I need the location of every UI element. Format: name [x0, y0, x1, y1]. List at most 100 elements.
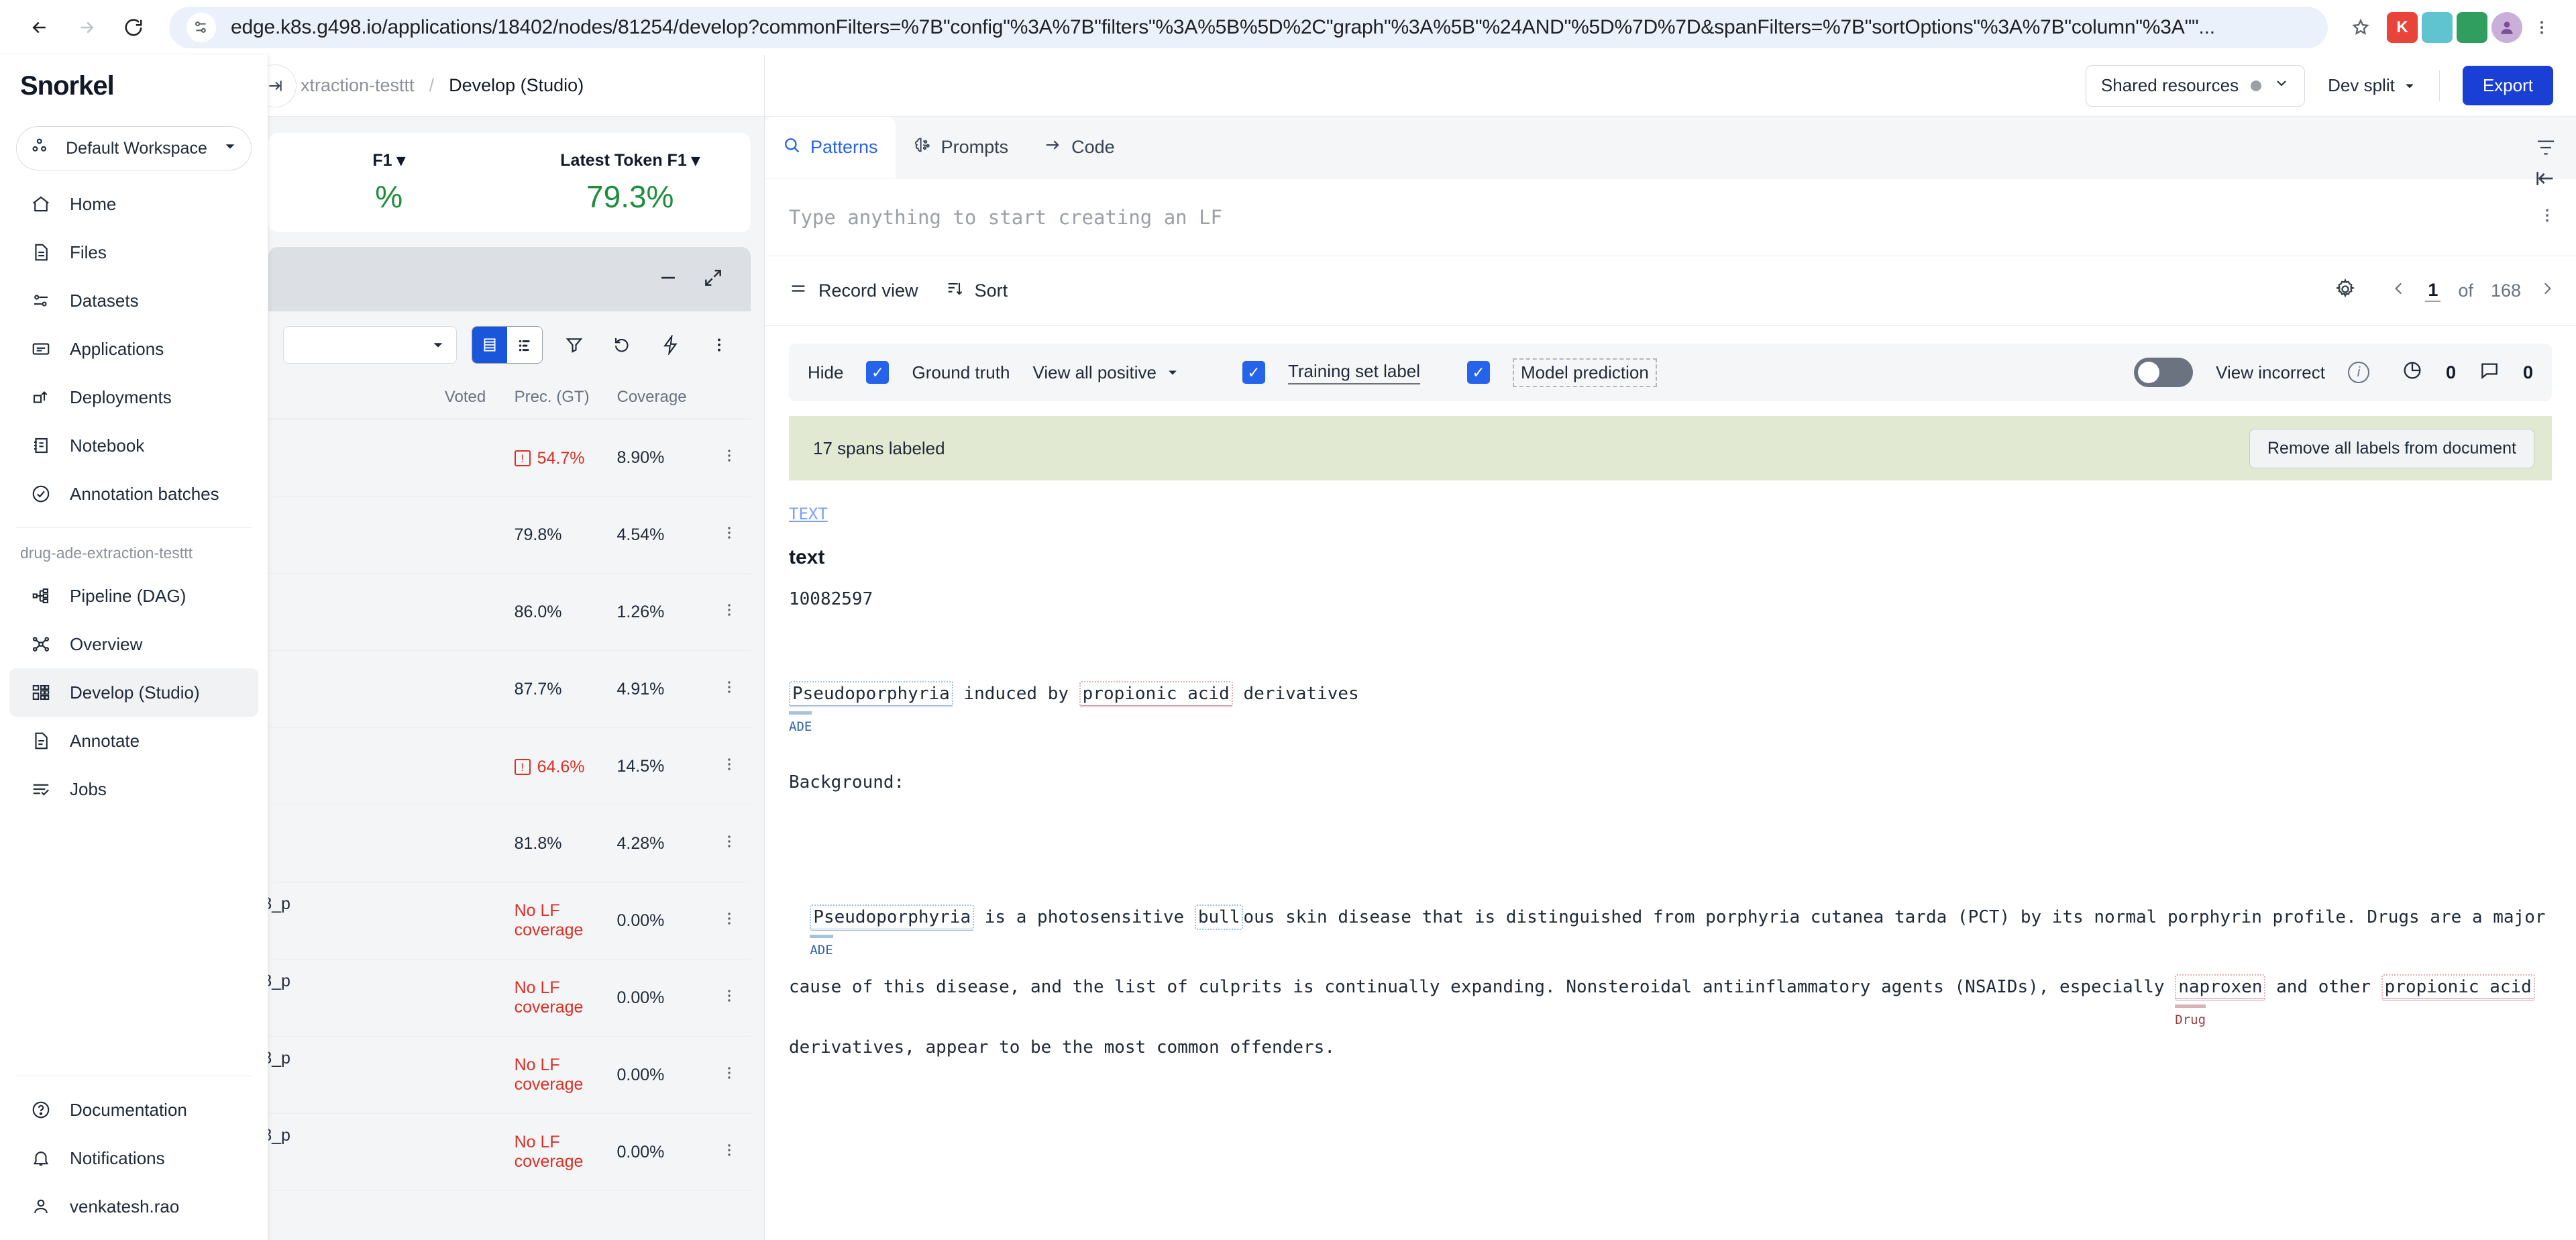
table-row[interactable]: 81.8% 4.28% — [268, 805, 751, 882]
back-arrow-icon[interactable] — [19, 7, 60, 48]
labeled-span-drug[interactable]: naproxen Drug — [2175, 974, 2266, 1027]
kebab-icon[interactable] — [702, 328, 736, 362]
th-coverage[interactable]: Coverage — [616, 378, 708, 419]
site-settings-icon[interactable] — [186, 13, 216, 42]
brain-icon — [913, 136, 932, 159]
extension-icon-teal[interactable] — [2422, 12, 2453, 43]
expand-icon[interactable] — [702, 267, 724, 292]
table-row[interactable]: ode_uid-68_p No LF coverage 0.00% — [268, 959, 751, 1037]
sort-button[interactable]: Sort — [945, 279, 1008, 303]
lf-filter-select[interactable] — [283, 326, 457, 364]
page-current[interactable]: 1 — [2425, 280, 2441, 302]
workspace-selector[interactable]: Default Workspace — [16, 126, 252, 170]
row-kebab-icon[interactable] — [707, 1113, 751, 1191]
browser-menu-icon[interactable] — [2526, 12, 2557, 43]
labeled-span-drug[interactable]: propionic acid — [1079, 680, 1233, 707]
sidebar-item-home[interactable]: Home — [9, 180, 258, 228]
breadcrumb-project[interactable]: xtraction-testtt — [301, 75, 415, 96]
labeled-span-ade[interactable]: Pseudoporphyria ADE — [789, 680, 953, 734]
forward-arrow-icon[interactable] — [66, 7, 107, 48]
table-row[interactable]: 79.8% 4.54% — [268, 496, 751, 574]
sidebar-item-overview[interactable]: Overview — [9, 620, 258, 668]
labeled-span-partial[interactable]: bull — [1194, 904, 1244, 931]
metric-label[interactable]: F1 ▾ — [268, 150, 510, 170]
sidebar-item-documentation[interactable]: Documentation — [9, 1086, 258, 1134]
info-icon[interactable]: i — [2347, 362, 2369, 383]
gear-icon[interactable] — [2334, 278, 2357, 304]
chevron-right-icon[interactable] — [2538, 280, 2556, 302]
row-kebab-icon[interactable] — [707, 496, 751, 574]
table-row[interactable]: ode_uid-68_p No LF coverage 0.00% — [268, 1036, 751, 1114]
reload-icon[interactable] — [113, 7, 154, 48]
pie-chart-icon[interactable] — [2402, 360, 2423, 386]
star-icon[interactable] — [2340, 7, 2381, 48]
row-kebab-icon[interactable] — [707, 805, 751, 882]
model-prediction-checkbox[interactable]: ✓ — [1467, 361, 1491, 384]
avatar[interactable] — [2491, 12, 2522, 43]
table-row[interactable]: ode_uid-68_p No LF coverage 0.00% — [268, 882, 751, 960]
row-kebab-icon[interactable] — [707, 1036, 751, 1114]
field-tag[interactable]: TEXT — [789, 505, 2552, 523]
row-kebab-icon[interactable] — [707, 419, 751, 497]
brand-logo[interactable]: Snorkel — [0, 55, 268, 117]
shared-resources-selector[interactable]: Shared resources — [2085, 64, 2306, 107]
comment-icon[interactable] — [2479, 360, 2500, 386]
th-voted[interactable]: Voted — [444, 378, 515, 419]
lf-input-kebab-icon[interactable] — [2538, 207, 2556, 227]
sidebar-item-notebook[interactable]: Notebook — [9, 421, 258, 470]
th-precision[interactable]: Prec. (GT) — [514, 378, 617, 419]
metric-label[interactable]: Latest Token F1 ▾ — [510, 150, 751, 170]
filter-icon[interactable] — [557, 328, 591, 362]
minimize-icon[interactable] — [657, 266, 680, 293]
collapse-right-icon[interactable] — [2529, 162, 2561, 195]
table-row[interactable]: ! 64.6% 14.5% — [268, 727, 751, 805]
row-kebab-icon[interactable] — [707, 727, 751, 805]
undo-icon[interactable] — [606, 328, 639, 362]
sidebar-item-pipeline[interactable]: Pipeline (DAG) — [9, 572, 258, 620]
table-row[interactable]: 87.7% 4.91% — [268, 650, 751, 728]
tab-code[interactable]: Code — [1026, 117, 1132, 178]
ground-truth-checkbox[interactable]: ✓ — [866, 361, 890, 384]
sidebar-item-applications[interactable]: Applications — [9, 325, 258, 373]
split-selector[interactable]: Dev split — [2328, 75, 2416, 96]
sidebar-item-deployments[interactable]: Deployments — [9, 373, 258, 421]
sidebar-item-develop-studio[interactable]: Develop (Studio) — [9, 668, 258, 717]
sidebar-item-files[interactable]: Files — [9, 228, 258, 276]
lf-creation-input[interactable]: Type anything to start creating an LF — [789, 206, 2538, 229]
tab-patterns[interactable]: Patterns — [765, 117, 896, 178]
training-set-label-checkbox[interactable]: ✓ — [1242, 361, 1265, 384]
record-view-button[interactable]: Record view — [789, 279, 918, 303]
table-row[interactable]: ode_uid-68_p No LF coverage 0.00% — [268, 1113, 751, 1191]
expand-sidebar-icon[interactable] — [268, 64, 297, 107]
bolt-icon[interactable] — [654, 328, 688, 362]
row-kebab-icon[interactable] — [707, 959, 751, 1037]
sidebar-item-jobs[interactable]: Jobs — [9, 765, 258, 813]
view-incorrect-toggle[interactable] — [2134, 358, 2194, 387]
sidebar-item-notifications[interactable]: Notifications — [9, 1134, 258, 1182]
export-button[interactable]: Export — [2462, 66, 2553, 105]
labeled-span-drug[interactable]: propionic acid — [2381, 974, 2535, 1000]
labeled-span-ade[interactable]: Pseudoporphyria ADE — [810, 904, 975, 958]
view-all-positive-select[interactable]: View all positive — [1032, 362, 1179, 383]
chevron-left-icon[interactable] — [2390, 280, 2408, 302]
row-kebab-icon[interactable] — [707, 650, 751, 728]
metric-value: % — [375, 179, 403, 214]
row-kebab-icon[interactable] — [707, 573, 751, 651]
sidebar-item-user[interactable]: venkatesh.rao — [9, 1182, 258, 1231]
remove-all-labels-button[interactable]: Remove all labels from document — [2249, 428, 2534, 468]
list-view-icon[interactable] — [472, 327, 507, 363]
table-row[interactable]: _lf! 54.7% 8.90% — [268, 419, 751, 497]
extension-icon-green[interactable] — [2457, 12, 2487, 43]
tab-prompts[interactable]: Prompts — [896, 117, 1026, 178]
extension-icon-red[interactable]: K — [2387, 12, 2418, 43]
sidebar-item-annotation-batches[interactable]: Annotation batches — [9, 470, 258, 518]
page-of-label: of — [2458, 280, 2473, 301]
row-kebab-icon[interactable] — [707, 882, 751, 960]
address-bar[interactable]: edge.k8s.g498.io/applications/18402/node… — [169, 7, 2328, 48]
table-row[interactable]: 86.0% 1.26% — [268, 573, 751, 651]
view-mode-toggle[interactable] — [472, 326, 543, 364]
sidebar-item-datasets[interactable]: Datasets — [9, 276, 258, 325]
detail-view-icon[interactable] — [507, 327, 542, 363]
hide-label[interactable]: Hide — [808, 362, 843, 383]
sidebar-item-annotate[interactable]: Annotate — [9, 717, 258, 765]
